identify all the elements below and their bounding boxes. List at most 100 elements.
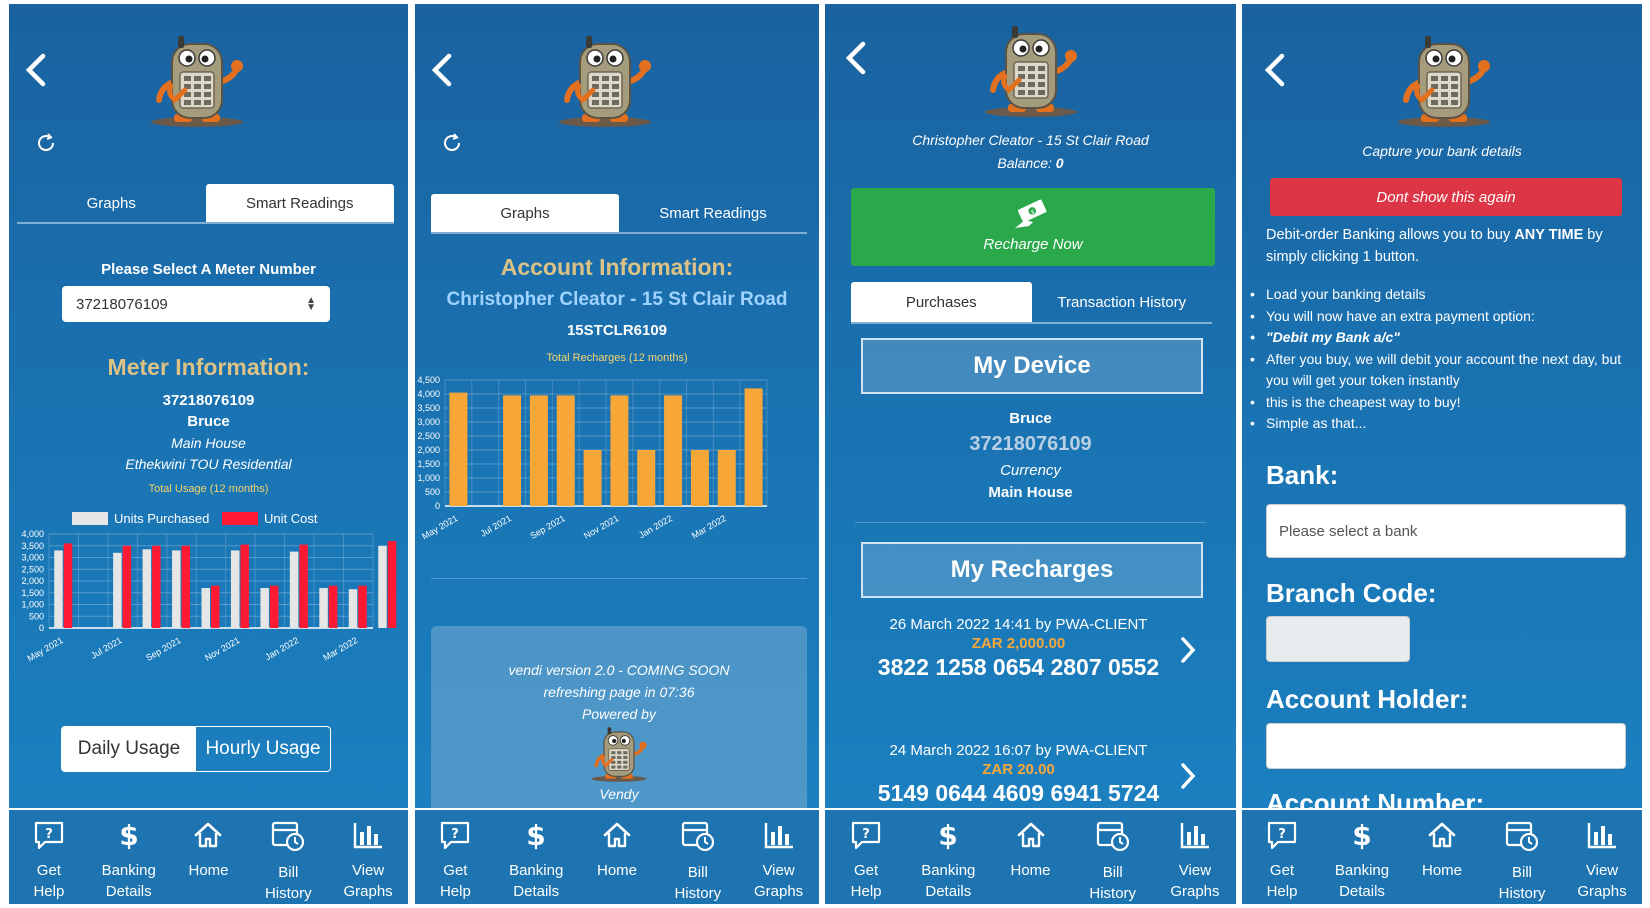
balance-label: Balance: [997, 155, 1052, 171]
select-arrows-icon: ▲ ▼ [306, 295, 316, 313]
bar [387, 541, 397, 628]
bar [744, 388, 763, 506]
nav-banking-details[interactable]: $ Banking Details [1322, 810, 1402, 904]
nav-get-help[interactable]: ? Get Help [415, 810, 496, 904]
bank-select[interactable]: Please select a bank [1266, 504, 1626, 558]
mascot-logo [555, 34, 655, 135]
nav-bill-history[interactable]: Bill History [657, 810, 738, 904]
back-button[interactable] [1262, 50, 1288, 90]
nav-label: Bill [1511, 864, 1532, 881]
bar [358, 585, 367, 628]
nav-get-help[interactable]: ? Get Help [1242, 810, 1322, 904]
svg-text:?: ? [452, 827, 460, 842]
meter-number: 37218076109 [162, 392, 255, 409]
nav-view-graphs[interactable]: View Graphs [1154, 810, 1236, 904]
nav-banking-details[interactable]: $ Banking Details [907, 810, 989, 904]
nav-get-help[interactable]: ? Get Help [825, 810, 907, 904]
nav-view-graphs[interactable]: View Graphs [738, 810, 819, 904]
recharges-chart-title: Total Recharges (12 months) [546, 352, 688, 364]
mascot-logo-small [589, 726, 649, 786]
nav-label: Home [188, 862, 229, 879]
nav-home[interactable]: Home [169, 810, 249, 904]
dont-show-again-button[interactable]: Dont show this again [1270, 178, 1622, 216]
nav-view-graphs[interactable]: View Graphs [328, 810, 408, 904]
nav-home[interactable]: Home [989, 810, 1071, 904]
nav-label: Help [33, 883, 65, 900]
nav-bill-history[interactable]: Bill History [248, 810, 328, 904]
help-icon: ? [33, 820, 65, 860]
account-holder-field[interactable] [1266, 723, 1626, 769]
tab-purchases[interactable]: Purchases [851, 282, 1032, 322]
nav-bill-history[interactable]: Bill History [1072, 810, 1154, 904]
nav-home[interactable]: Home [1402, 810, 1482, 904]
back-button[interactable] [23, 50, 49, 90]
y-tick-label: 1,500 [417, 459, 440, 469]
tab-smart-readings[interactable]: Smart Readings [205, 184, 394, 222]
powered-by-label: Powered by [582, 706, 656, 722]
help-icon: ? [439, 820, 471, 860]
meter-select[interactable]: 37218076109 ▲ ▼ [62, 286, 330, 322]
device-location: Main House [988, 484, 1073, 501]
nav-banking-details[interactable]: $ Banking Details [89, 810, 169, 904]
y-tick-label: 3,500 [417, 403, 440, 413]
version-text: vendi version 2.0 - COMING SOON [508, 662, 730, 678]
nav-label: Get [443, 862, 468, 879]
y-tick-label: 4,000 [417, 389, 440, 399]
select-meter-label: Please Select A Meter Number [101, 261, 316, 278]
home-icon [193, 820, 223, 860]
nav-label: View [351, 862, 385, 879]
y-tick-label: 2,500 [417, 431, 440, 441]
y-tick-label: 500 [425, 487, 440, 497]
bar [378, 545, 387, 628]
branch-code-field[interactable] [1266, 616, 1410, 662]
nav-view-graphs[interactable]: View Graphs [1562, 810, 1642, 904]
bar [610, 395, 629, 506]
hourly-usage-button[interactable]: Hourly Usage [196, 727, 330, 771]
legend-label: Unit Cost [264, 511, 318, 526]
y-tick-label: 1,000 [21, 600, 44, 610]
chevron-left-icon [845, 41, 866, 75]
y-tick-label: 3,500 [21, 541, 44, 551]
benefit-item: Load your banking details [1250, 284, 1626, 306]
nav-banking-details[interactable]: $ Banking Details [496, 810, 577, 904]
nav-home[interactable]: Home [577, 810, 658, 904]
back-button[interactable] [843, 38, 869, 78]
x-tick-label: Sep 2021 [528, 513, 566, 541]
y-tick-label: 500 [29, 611, 44, 621]
tab-graphs[interactable]: Graphs [17, 184, 206, 222]
my-device-heading: My Device [861, 338, 1203, 394]
dollar-icon: $ [1351, 819, 1373, 860]
legend-swatch [222, 512, 258, 525]
recharge-item[interactable]: 24 March 2022 16:07 by PWA-CLIENT ZAR 20… [825, 742, 1236, 808]
account-code: 15STCLR6109 [566, 322, 668, 339]
y-tick-label: 2,500 [21, 564, 44, 574]
debit-order-intro: Debit-order Banking allows you to buy AN… [1266, 225, 1628, 268]
branch-code-label: Branch Code: [1266, 578, 1437, 608]
mascot-logo [147, 34, 247, 135]
nav-label: Help [850, 883, 882, 900]
bar [556, 395, 575, 506]
tab-graphs[interactable]: Graphs [431, 194, 619, 232]
refresh-button[interactable] [35, 132, 57, 159]
back-button[interactable] [429, 50, 455, 90]
usage-chart: 0 5001,000 1,500 2,000 2,5003,000 3,500 4,000 M… [21, 511, 397, 663]
nav-label: Banking [101, 862, 156, 879]
bar [328, 585, 338, 628]
daily-usage-button[interactable]: Daily Usage [62, 727, 196, 771]
nav-label: View [1178, 862, 1212, 879]
nav-bill-history[interactable]: Bill History [1482, 810, 1562, 904]
tab-smart-readings[interactable]: Smart Readings [619, 194, 807, 232]
screen-graphs-meter: Graphs Smart Readings Please Select A Me… [9, 4, 408, 904]
meter-owner: Bruce [187, 413, 230, 430]
legend-label: Units Purchased [114, 511, 209, 526]
meter-info-heading: Meter Information: [107, 354, 310, 380]
tab-transaction-history[interactable]: Transaction History [1032, 282, 1213, 322]
recharge-item[interactable]: 26 March 2022 14:41 by PWA-CLIENT ZAR 2,… [825, 616, 1236, 716]
bar [289, 551, 299, 628]
recharge-now-button[interactable]: $ Recharge Now [851, 188, 1215, 266]
nav-get-help[interactable]: ? Get Help [9, 810, 89, 904]
device-owner: Bruce [1009, 410, 1052, 427]
nav-label: Details [1339, 883, 1385, 900]
refresh-button[interactable] [441, 132, 463, 159]
account-name: Christopher Cleator - 15 St Clair Road [912, 132, 1149, 148]
